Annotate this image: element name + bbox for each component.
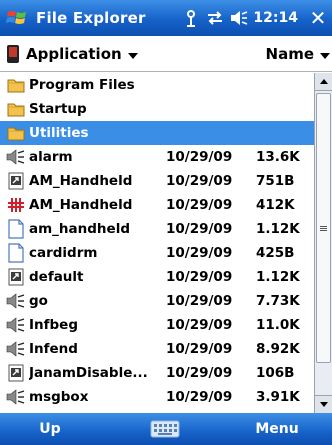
file-name: alarm: [29, 149, 73, 165]
location-label: Application: [26, 45, 122, 63]
folder-icon: [6, 75, 26, 95]
file-row[interactable]: Infbeg 10/29/09 11.0K: [0, 313, 314, 337]
chevron-down-icon: [320, 52, 330, 59]
folder-row[interactable]: Startup: [0, 97, 314, 121]
scroll-down-button[interactable]: [315, 395, 332, 413]
sound-file-icon: [6, 339, 26, 359]
sound-file-icon: [6, 147, 26, 167]
keyboard-icon[interactable]: [148, 419, 182, 439]
shortcut-icon: [6, 267, 26, 287]
speaker-icon[interactable]: [227, 0, 251, 36]
file-size: 1.12K: [256, 269, 300, 285]
file-size: 7.73K: [256, 293, 300, 309]
file-size: 751B: [256, 173, 295, 189]
file-row[interactable]: am_handheld 10/29/09 1.12K: [0, 217, 314, 241]
file-name: cardidrm: [29, 245, 98, 261]
document-icon: [6, 219, 26, 239]
file-row[interactable]: alarm 10/29/09 13.6K: [0, 145, 314, 169]
file-name: go: [29, 293, 48, 309]
file-date: 10/29/09: [166, 221, 233, 237]
up-softkey[interactable]: Up: [0, 413, 100, 445]
arrow-up-icon: [319, 79, 328, 84]
file-size: 13.6K: [256, 149, 300, 165]
file-row[interactable]: go 10/29/09 7.73K: [0, 289, 314, 313]
file-date: 10/29/09: [166, 317, 233, 333]
device-icon: [6, 44, 20, 64]
antenna-icon[interactable]: [179, 0, 203, 36]
folder-icon: [6, 99, 26, 119]
file-row[interactable]: JanamDisable... 10/29/09 106B: [0, 361, 314, 385]
file-name: default: [29, 269, 84, 285]
toolbar: Application Name: [0, 36, 332, 72]
status-area: 12:14 ✕: [179, 0, 332, 36]
folder-row[interactable]: Utilities: [0, 121, 314, 145]
file-name: AM_Handheld: [29, 197, 133, 213]
sound-file-icon: [6, 315, 26, 335]
app-title: File Explorer: [36, 9, 146, 27]
arrow-down-icon: [319, 402, 328, 407]
file-row[interactable]: msgbox 10/29/09 3.91K: [0, 385, 314, 409]
file-name: Utilities: [29, 125, 89, 141]
file-name: AM_Handheld: [29, 173, 133, 189]
close-icon[interactable]: ✕: [304, 0, 332, 36]
program-icon: [6, 195, 26, 215]
file-size: 412K: [256, 197, 295, 213]
grip-icon: [320, 225, 327, 231]
connectivity-icon[interactable]: [203, 0, 227, 36]
file-name: Infend: [29, 341, 78, 357]
file-size: 1.12K: [256, 221, 300, 237]
document-icon: [6, 243, 26, 263]
file-row[interactable]: cardidrm 10/29/09 425B: [0, 241, 314, 265]
scroll-thumb[interactable]: [316, 93, 331, 363]
location-dropdown[interactable]: Application: [6, 42, 138, 66]
file-date: 10/29/09: [166, 197, 233, 213]
vertical-scrollbar[interactable]: [314, 73, 332, 413]
sort-dropdown[interactable]: Name: [266, 42, 330, 66]
sort-label: Name: [265, 45, 314, 63]
softkey-bar: Up Menu: [0, 413, 332, 445]
file-size: 3.91K: [256, 389, 300, 405]
file-name: msgbox: [29, 389, 89, 405]
menu-softkey[interactable]: Menu: [222, 413, 332, 445]
shortcut-icon: [6, 363, 26, 383]
file-date: 10/29/09: [166, 341, 233, 357]
file-name: Program Files: [29, 77, 135, 93]
file-row[interactable]: Infend 10/29/09 8.92K: [0, 337, 314, 361]
folder-icon: [6, 123, 26, 143]
file-date: 10/29/09: [166, 269, 233, 285]
file-size: 8.92K: [256, 341, 300, 357]
file-date: 10/29/09: [166, 245, 233, 261]
file-date: 10/29/09: [166, 389, 233, 405]
title-bar: File Explorer 12:14 ✕: [0, 0, 332, 36]
file-row[interactable]: AM_Handheld 10/29/09 751B: [0, 169, 314, 193]
file-name: Infbeg: [29, 317, 78, 333]
clock[interactable]: 12:14: [253, 10, 298, 26]
file-name: am_handheld: [29, 221, 130, 237]
file-date: 10/29/09: [166, 149, 233, 165]
file-size: 11.0K: [256, 317, 300, 333]
windows-flag-icon[interactable]: [0, 0, 34, 36]
file-date: 10/29/09: [166, 293, 233, 309]
file-list[interactable]: Program Files Startup Utilities alarm 10/29/…: [0, 73, 314, 413]
file-size: 425B: [256, 245, 295, 261]
file-row[interactable]: default 10/29/09 1.12K: [0, 265, 314, 289]
folder-row[interactable]: Program Files: [0, 73, 314, 97]
sound-file-icon: [6, 291, 26, 311]
sound-file-icon: [6, 387, 26, 407]
file-name: JanamDisable...: [29, 365, 148, 381]
chevron-down-icon: [127, 52, 138, 59]
shortcut-icon: [6, 171, 26, 191]
file-size: 106B: [256, 365, 295, 381]
scroll-up-button[interactable]: [315, 73, 332, 91]
file-date: 10/29/09: [166, 173, 233, 189]
file-name: Startup: [29, 101, 87, 117]
file-row[interactable]: AM_Handheld 10/29/09 412K: [0, 193, 314, 217]
file-date: 10/29/09: [166, 365, 233, 381]
